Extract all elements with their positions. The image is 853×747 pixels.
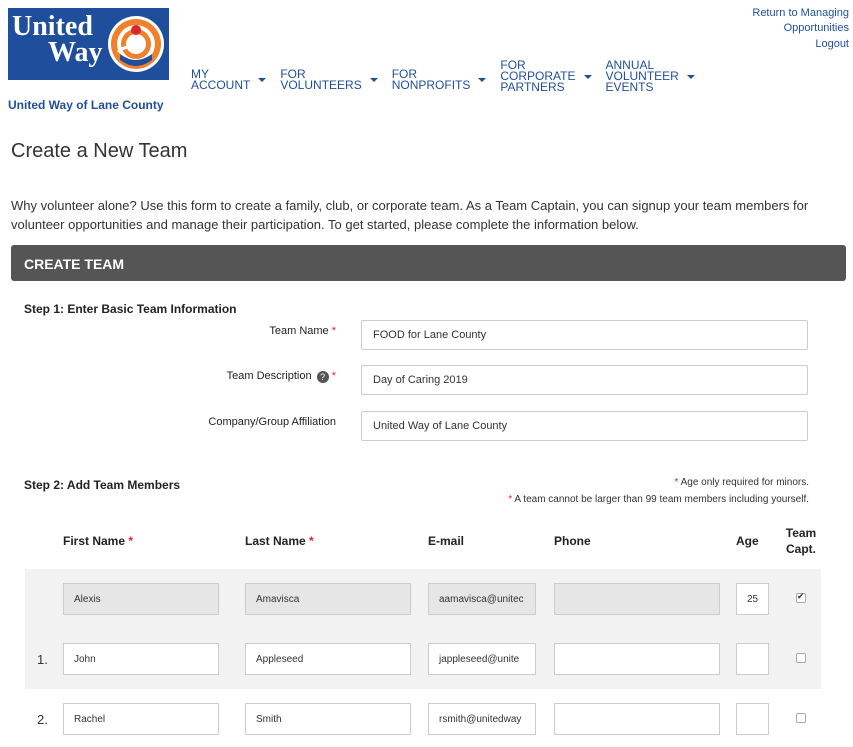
logo-text-way: Way: [48, 37, 103, 68]
logout-link[interactable]: Logout: [752, 37, 849, 51]
caret-down-icon: [369, 77, 378, 82]
caret-down-icon: [686, 74, 695, 79]
age-note: * Age only required for minors.: [674, 477, 809, 488]
step1-title: Step 1: Enter Basic Team Information: [24, 302, 237, 316]
nav-my-account[interactable]: MY ACCOUNT: [191, 66, 280, 93]
return-to-managing-link[interactable]: Return to Managing Opportunities: [752, 6, 849, 35]
team-name-label-text: Team Name: [269, 325, 329, 337]
team-description-row: Team Description ? * Day of Caring 2019: [11, 365, 846, 395]
team-description-label: Team Description ? *: [227, 370, 336, 383]
last-name-input[interactable]: Smith: [245, 703, 411, 735]
caret-down-icon: [478, 77, 487, 82]
table-header-row: First Name * Last Name * E-mail Phone Ag…: [25, 513, 821, 569]
nav-label: MY ACCOUNT: [191, 66, 251, 92]
age-note-text: Age only required for minors.: [680, 477, 809, 488]
company-affiliation-input[interactable]: United Way of Lane County: [361, 411, 808, 441]
required-marker: *: [331, 370, 336, 382]
table-row-captain: Alexis Amavisca aamavisca@unitec 25: [25, 569, 821, 629]
nav-label: ANNUAL VOLUNTEER EVENTS: [605, 58, 679, 94]
col-team-captain: Team Capt.: [781, 513, 821, 569]
nav-label: FOR NONPROFITS: [391, 66, 471, 92]
first-name-input[interactable]: Rachel: [63, 703, 219, 735]
intro-text: Why volunteer alone? Use this form to cr…: [11, 198, 809, 232]
team-notes: * Age only required for minors. * A team…: [508, 474, 809, 508]
col-last-name-label: Last Name: [245, 534, 306, 548]
team-members-table: First Name * Last Name * E-mail Phone Ag…: [25, 513, 821, 747]
col-captain-line1: Team: [785, 526, 817, 540]
last-name-field: Amavisca: [245, 583, 411, 615]
return-link-line1: Return to Managing: [752, 7, 849, 19]
col-age: Age: [736, 534, 759, 548]
top-links: Return to Managing Opportunities Logout: [752, 6, 849, 52]
email-field: aamavisca@unitec: [428, 583, 536, 615]
team-captain-checkbox[interactable]: [796, 591, 806, 603]
org-name: United Way of Lane County: [8, 98, 164, 112]
required-marker: *: [331, 325, 336, 337]
help-icon[interactable]: ?: [316, 371, 329, 383]
nav-annual-volunteer-events[interactable]: ANNUAL VOLUNTEER EVENTS: [605, 58, 709, 94]
united-way-logo[interactable]: United Way: [8, 8, 169, 80]
team-captain-checkbox[interactable]: [796, 713, 806, 723]
col-first-name-label: First Name: [63, 534, 126, 548]
phone-input[interactable]: [554, 643, 720, 675]
united-way-emblem-icon: [108, 16, 164, 72]
main-nav: MY ACCOUNT FOR VOLUNTEERS FOR NONPROFITS…: [191, 59, 709, 93]
first-name-field: Alexis: [63, 583, 219, 615]
nav-for-volunteers[interactable]: FOR VOLUNTEERS: [280, 66, 391, 93]
age-field[interactable]: 25: [736, 583, 769, 615]
table-row: 1. John Appleseed jappleseed@unite: [25, 629, 821, 689]
team-name-row: Team Name * FOOD for Lane County: [11, 320, 846, 350]
page-title: Create a New Team: [11, 140, 188, 162]
row-number: 1.: [37, 651, 48, 667]
row-number: 2.: [37, 711, 48, 727]
size-note: * A team cannot be larger than 99 team m…: [508, 494, 809, 505]
create-team-section-header: CREATE TEAM: [11, 245, 846, 281]
nav-for-nonprofits[interactable]: FOR NONPROFITS: [392, 66, 501, 93]
col-first-name: First Name *: [63, 513, 245, 569]
nav-for-corporate-partners[interactable]: FOR CORPORATE PARTNERS: [500, 58, 605, 94]
col-phone: Phone: [554, 534, 591, 548]
step2-title: Step 2: Add Team Members: [24, 478, 181, 492]
team-captain-checkbox[interactable]: [796, 653, 806, 663]
required-marker: *: [309, 534, 314, 548]
table-row: 2. Rachel Smith rsmith@unitedway: [25, 689, 821, 747]
return-link-line2: Opportunities: [783, 22, 849, 34]
first-name-input[interactable]: John: [63, 643, 219, 675]
email-input[interactable]: jappleseed@unite: [428, 643, 536, 675]
email-input[interactable]: rsmith@unitedway: [428, 703, 536, 735]
caret-down-icon: [583, 74, 592, 79]
row-number: [25, 569, 63, 629]
age-input[interactable]: [736, 703, 769, 735]
nav-label: FOR CORPORATE PARTNERS: [500, 58, 576, 94]
company-affiliation-label: Company/Group Affiliation: [208, 416, 336, 428]
last-name-input[interactable]: Appleseed: [245, 643, 411, 675]
team-description-label-text: Team Description: [226, 370, 312, 382]
age-input[interactable]: [736, 643, 769, 675]
required-marker: *: [128, 534, 134, 548]
col-last-name: Last Name *: [245, 513, 428, 569]
team-description-input[interactable]: Day of Caring 2019: [361, 365, 808, 395]
size-note-text: A team cannot be larger than 99 team mem…: [514, 494, 809, 505]
col-email: E-mail: [428, 534, 465, 548]
caret-down-icon: [258, 77, 267, 82]
team-name-label: Team Name *: [269, 325, 336, 337]
col-num: [25, 513, 63, 569]
phone-input[interactable]: [554, 703, 720, 735]
team-name-input[interactable]: FOOD for Lane County: [361, 320, 808, 350]
nav-label: FOR VOLUNTEERS: [280, 66, 362, 92]
col-captain-line2: Capt.: [786, 542, 816, 556]
phone-field: [554, 583, 720, 615]
company-affiliation-row: Company/Group Affiliation United Way of …: [11, 411, 846, 441]
